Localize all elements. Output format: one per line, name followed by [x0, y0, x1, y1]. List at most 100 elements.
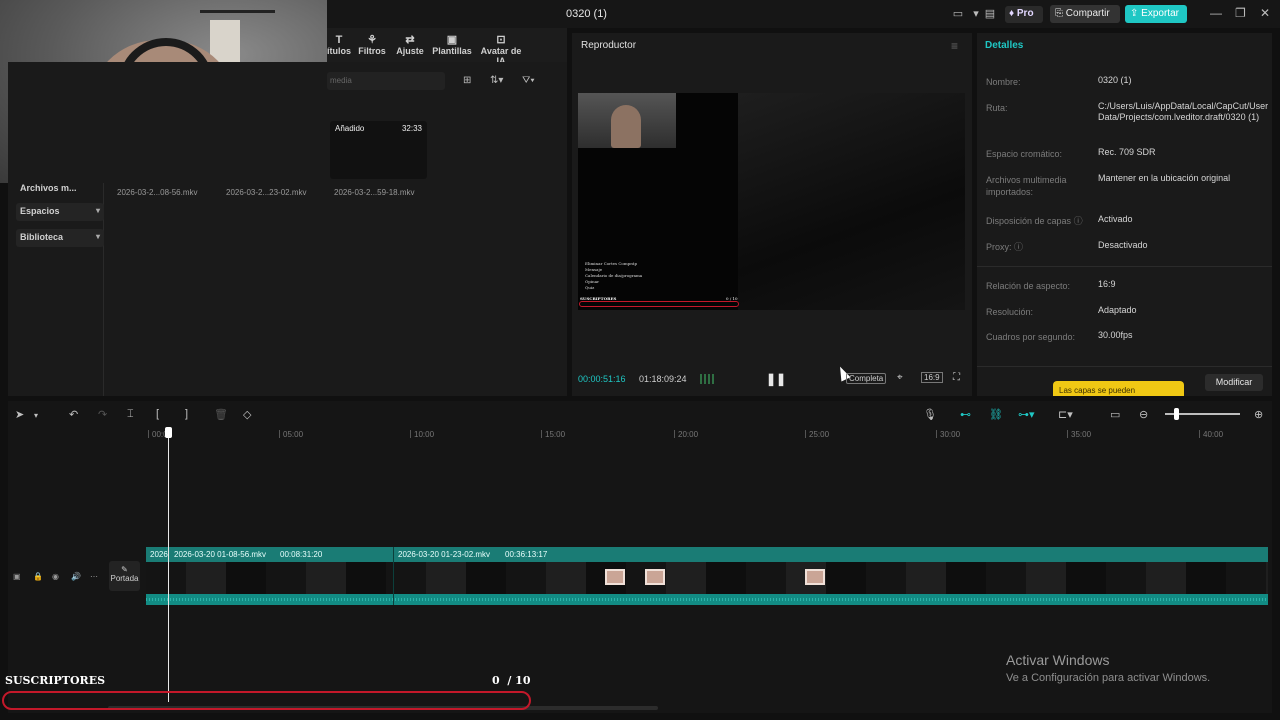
trim-left-icon[interactable]: [ [156, 408, 159, 420]
templates-icon: ▣ [446, 34, 458, 46]
tab-label: Plantillas [432, 46, 472, 56]
tab-filters[interactable]: ⚘ Filtros [357, 34, 387, 56]
undo-icon[interactable]: ↶ [69, 408, 78, 421]
tab-label: Filtros [358, 46, 386, 56]
restore-icon[interactable]: ❐ [1235, 6, 1246, 20]
speaker-icon[interactable]: 🔊 [71, 572, 81, 581]
close-icon[interactable]: ✕ [1260, 6, 1270, 20]
grid-view-icon[interactable]: ⊞ [463, 75, 471, 86]
keyboard-icon[interactable]: ▤ [982, 7, 998, 20]
fullscreen-icon[interactable]: ⛶ [953, 372, 960, 383]
playhead-handle[interactable] [165, 427, 172, 438]
media-clip-name[interactable]: 2026-03-2...59-18.mkv [334, 188, 415, 197]
detail-label: Cuadros por segundo: [986, 332, 1076, 342]
tab-label: ítulos [327, 46, 351, 56]
export-button[interactable]: ⇪ Exportar [1125, 5, 1187, 23]
detail-label: Espacio cromático: [986, 149, 1063, 159]
ruler-label: 25:00 [804, 430, 830, 439]
detail-value: 16:9 [1098, 279, 1116, 289]
marker-icon[interactable]: ◇ [243, 408, 251, 421]
pro-button[interactable]: ♦ Pro [1005, 6, 1043, 23]
detail-value: Activado [1098, 214, 1133, 224]
detail-value: Mantener en la ubicación original [1098, 173, 1231, 183]
sidebar-item-files[interactable]: Archivos m... [16, 180, 104, 198]
subscribers-current: 0 [492, 674, 500, 687]
redo-icon[interactable]: ↷ [98, 408, 107, 421]
more-icon[interactable]: ⋯ [90, 572, 98, 581]
zoom-out-icon[interactable]: ⊖ [1139, 408, 1148, 421]
detail-label: Relación de aspecto: [986, 281, 1071, 291]
subscribers-total: / 10 [507, 674, 531, 687]
split-icon[interactable]: ⌶ [127, 408, 134, 421]
snapshot-icon[interactable]: ⌖ [897, 372, 903, 383]
sidebar-item-label: Archivos m... [20, 183, 77, 193]
detail-label: Resolución: [986, 307, 1034, 317]
clip-filmstrip[interactable] [146, 562, 1268, 594]
media-clip-name[interactable]: 2026-03-2...08-56.mkv [117, 188, 198, 197]
clip-frame [805, 569, 825, 585]
search-placeholder: media [330, 76, 352, 85]
windows-activation-title: Activar Windows [1006, 652, 1110, 668]
detail-label: Disposición de capas ⓘ [986, 215, 1083, 227]
clip-duration: 00:36:13:17 [505, 550, 548, 559]
preview-axis-icon[interactable]: ⊶▾ [1018, 408, 1035, 421]
track-thumbnail-icon[interactable]: ▣ [13, 572, 21, 581]
link-clips-icon[interactable]: ⛓ [989, 408, 1003, 421]
zoom-slider-handle[interactable] [1174, 408, 1180, 420]
zoom-in-icon[interactable]: ⊕ [1254, 408, 1263, 421]
tab-adjust[interactable]: ⇄ Ajuste [395, 34, 425, 56]
modify-button[interactable]: Modificar [1205, 374, 1263, 391]
clip-label: 2026-03-20 01-23-02.mkv [398, 550, 491, 559]
playhead[interactable] [168, 428, 169, 702]
video-preview[interactable]: Eliminar Cortes Compráp Mensaje Calendar… [578, 93, 965, 310]
ruler-label: 35:00 [1066, 430, 1092, 439]
current-time: 00:00:51:16 [578, 374, 626, 384]
detail-value: Rec. 709 SDR [1098, 147, 1156, 157]
media-clip-name[interactable]: 2026-03-2...23-02.mkv [226, 188, 307, 197]
sidebar-item-library[interactable]: Biblioteca ▾ [16, 229, 104, 247]
select-tool-icon[interactable]: ➤ [15, 408, 24, 421]
info-icon[interactable]: ⓘ [1074, 216, 1083, 226]
chevron-down-icon: ▾ [95, 206, 100, 215]
overlay-line: Quiz [585, 285, 595, 290]
lock-icon[interactable]: 🔒 [33, 572, 43, 581]
divider [977, 366, 1272, 367]
share-button[interactable]: ⎘ Compartir [1050, 5, 1120, 23]
menu-icon[interactable]: ≡ [951, 39, 958, 53]
video-webcam [578, 93, 676, 148]
search-input[interactable]: media [327, 72, 445, 90]
aspect-ratio-button[interactable]: 16:9 [921, 372, 943, 383]
detail-label-text: Disposición de capas [986, 216, 1072, 226]
caption-icon[interactable]: ▭ [1110, 408, 1120, 421]
subscribers-count: 0 / 10 [492, 674, 530, 687]
filter-icon[interactable]: ⛛▾ [522, 75, 535, 86]
player-title: Reproductor [581, 40, 637, 51]
tab-templates[interactable]: ▣ Plantillas [432, 34, 472, 56]
cover-button[interactable]: ✎ Portada [109, 561, 140, 591]
quality-button[interactable]: Completa [846, 373, 887, 384]
divider [977, 266, 1272, 267]
ruler-label: 05:00 [278, 430, 304, 439]
cover-label: Portada [110, 574, 139, 583]
info-icon[interactable]: ⓘ [1014, 242, 1023, 252]
split-view-icon[interactable]: ⊏▾ [1058, 408, 1073, 421]
microphone-icon[interactable]: 🎙 [923, 408, 937, 421]
sidebar-item-spaces[interactable]: Espacios ▾ [16, 203, 104, 221]
pause-icon[interactable]: ❚❚ [766, 372, 786, 386]
layout-icon[interactable]: ▭ [950, 7, 966, 20]
media-clip-thumbnail[interactable]: Añadido 32:33 [330, 121, 427, 179]
clip-audio-waveform[interactable] [146, 594, 1268, 605]
details-title: Detalles [985, 40, 1024, 51]
ruler-label: 40:00 [1198, 430, 1224, 439]
magnet-icon[interactable]: ⊷ [960, 408, 971, 421]
delete-icon[interactable]: 🗑 [214, 408, 228, 421]
minimize-icon[interactable]: — [1210, 6, 1222, 20]
sort-icon[interactable]: ⇅▾ [490, 75, 503, 86]
detail-value: Desactivado [1098, 240, 1148, 250]
eye-icon[interactable]: ◉ [52, 572, 59, 581]
trim-right-icon[interactable]: ] [185, 408, 188, 420]
chevron-down-icon[interactable]: ▾ [34, 411, 38, 420]
video-streamer [611, 105, 641, 148]
detail-label: Ruta: [986, 103, 1008, 113]
tab-titles[interactable]: Títulos [327, 34, 351, 56]
